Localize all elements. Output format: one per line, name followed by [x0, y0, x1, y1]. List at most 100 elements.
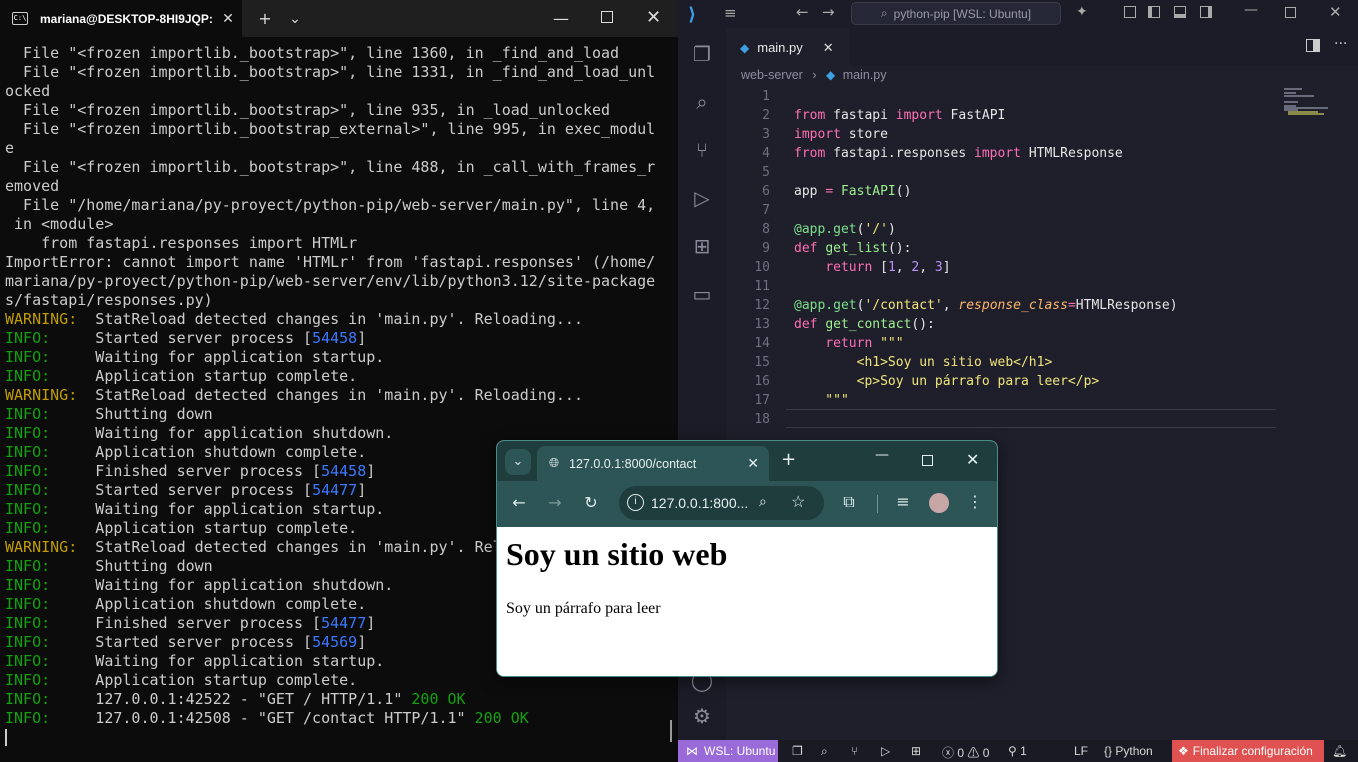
site-info-icon[interactable]: i	[627, 494, 644, 511]
process-id: 54458	[312, 329, 358, 347]
forward-arrow-icon[interactable]: →	[822, 3, 835, 21]
zoom-icon[interactable]: ⌕	[759, 493, 767, 510]
terminal-scrollbar[interactable]	[670, 720, 672, 742]
browser-tab-strip: ⌄ 🌐︎ 127.0.0.1:8000/contact ✕ + — ✕	[497, 441, 997, 481]
maximize-icon[interactable]	[601, 11, 613, 23]
finalizar-configuracion-button[interactable]: ❖ Finalizar configuración	[1172, 740, 1324, 762]
close-tab-icon[interactable]: ✕	[747, 455, 759, 472]
log-level: INFO:	[5, 557, 51, 575]
search-icon[interactable]: ⌕	[690, 90, 714, 114]
line-number: 5	[762, 165, 770, 180]
maximize-icon[interactable]	[922, 455, 933, 466]
notifications-bell-icon[interactable]: 🔔︎	[1332, 744, 1347, 758]
toggle-sidebar-icon[interactable]	[1148, 6, 1160, 18]
code-token: =	[825, 184, 834, 199]
extensions-puzzle-icon[interactable]: ⧉	[837, 492, 861, 512]
minimap[interactable]	[1284, 88, 1334, 118]
code-editor[interactable]: from fastapi import FastAPI import store f…	[794, 87, 1178, 429]
minimize-icon[interactable]: —	[875, 447, 889, 463]
new-tab-button[interactable]: +	[242, 9, 288, 28]
maximize-icon[interactable]	[1285, 7, 1296, 18]
new-tab-button[interactable]: +	[781, 449, 796, 470]
code-token: ,	[895, 260, 912, 275]
remote-explorer-icon[interactable]: ▭	[690, 282, 714, 306]
log-level: INFO:	[5, 500, 51, 518]
tab-dropdown-button[interactable]: ⌄	[288, 11, 302, 27]
minimize-icon[interactable]: —	[553, 9, 569, 28]
more-actions-icon[interactable]: ···	[1334, 36, 1347, 52]
extensions-icon[interactable]: ⊞	[690, 234, 714, 258]
log-text: ]	[357, 329, 367, 347]
line-number: 12	[754, 298, 770, 313]
log-text: File "<frozen importlib._bootstrap>", li…	[5, 63, 656, 81]
breadcrumb-file[interactable]: main.py	[843, 68, 887, 82]
breadcrumb-folder[interactable]: web-server	[741, 68, 803, 82]
toggle-secondary-sidebar-icon[interactable]	[1200, 6, 1212, 18]
code-token: """	[794, 393, 849, 408]
code-token: '/contact'	[864, 298, 943, 313]
address-bar[interactable]: i 127.0.0.1:800... ⌕ ☆	[619, 486, 824, 520]
command-center-label: python-pip [WSL: Ubuntu]	[893, 6, 1032, 21]
code-token: response_class	[958, 298, 1068, 313]
explorer-icon[interactable]: ❐	[690, 42, 714, 66]
code-token: return	[825, 260, 873, 275]
close-window-icon[interactable]: ✕	[1329, 3, 1342, 21]
code-token: HTMLResponse	[1021, 146, 1123, 161]
line-number: 1	[762, 89, 770, 104]
back-arrow-icon[interactable]: ←	[796, 3, 809, 21]
reload-icon[interactable]: ↻	[579, 493, 603, 512]
media-controls-icon[interactable]: ≡	[891, 492, 915, 511]
menu-icon[interactable]: ≡	[724, 4, 737, 22]
forward-arrow-icon[interactable]: →	[543, 493, 567, 512]
debug-icon[interactable]: ▷	[881, 744, 890, 758]
command-center-search[interactable]: ⌕ python-pip [WSL: Ubuntu]	[851, 2, 1061, 25]
close-tab-icon[interactable]: ✕	[214, 10, 242, 27]
line-number: 7	[762, 203, 770, 218]
gear-icon[interactable]: ⚙	[690, 704, 714, 728]
log-text: Waiting for application startup.	[50, 500, 385, 518]
layout-icon[interactable]	[1124, 6, 1136, 18]
line-number: 14	[754, 336, 770, 351]
copy-icon[interactable]: ❐	[792, 744, 803, 758]
avatar[interactable]	[929, 493, 949, 513]
search-icon[interactable]: ⌕	[821, 744, 828, 759]
menu-kebab-icon[interactable]: ⋮	[963, 492, 987, 511]
bookmark-star-icon[interactable]: ☆	[791, 492, 805, 512]
source-control-icon[interactable]: ⑂	[690, 138, 714, 162]
language-indicator[interactable]: {} Python	[1104, 744, 1153, 758]
tab-search-icon[interactable]: ⌄	[505, 449, 531, 475]
process-id: 54458	[321, 462, 367, 480]
terminal-line: ocked	[5, 82, 665, 101]
terminal-tab[interactable]: C:\ mariana@DESKTOP-8HI9JQP: ✕	[0, 0, 242, 37]
ports-indicator[interactable]: ⚲ 1	[1008, 744, 1027, 758]
problems-indicator[interactable]: ⓧ 0 ⚠ 0	[942, 744, 989, 761]
close-window-icon[interactable]: ✕	[966, 450, 979, 469]
split-editor-icon[interactable]	[1306, 39, 1320, 52]
terminal-line: INFO: 127.0.0.1:42522 - "GET / HTTP/1.1"…	[5, 690, 665, 709]
tab-main-py[interactable]: ◆ main.py ✕	[726, 28, 850, 66]
run-debug-icon[interactable]: ▷	[690, 186, 714, 210]
extensions-icon[interactable]: ⊞	[911, 744, 921, 758]
code-token: HTMLResponse)	[1075, 298, 1178, 313]
back-arrow-icon[interactable]: ←	[507, 493, 531, 512]
minimize-icon[interactable]: —	[1244, 2, 1258, 18]
browser-tab[interactable]: 🌐︎ 127.0.0.1:8000/contact ✕	[537, 446, 769, 481]
eol-indicator[interactable]: LF	[1074, 744, 1088, 758]
terminal-line: WARNING: StatReload detected changes in …	[5, 386, 665, 405]
log-text: ocked	[5, 82, 51, 100]
copilot-icon[interactable]: ✦	[1076, 4, 1088, 20]
process-id: 54477	[321, 614, 367, 632]
close-tab-icon[interactable]: ✕	[823, 40, 834, 56]
source-control-icon[interactable]: ⑂	[851, 744, 858, 758]
remote-indicator[interactable]: ⋈ WSL: Ubuntu	[678, 740, 778, 762]
toggle-panel-icon[interactable]	[1174, 6, 1186, 18]
log-level: INFO:	[5, 405, 51, 423]
browser-window: ⌄ 🌐︎ 127.0.0.1:8000/contact ✕ + — ✕ ← → …	[496, 440, 998, 677]
terminal-line: INFO: 127.0.0.1:42508 - "GET /contact HT…	[5, 709, 665, 728]
terminal-line: File "<frozen importlib._bootstrap>", li…	[5, 44, 665, 63]
code-token: '/'	[864, 222, 888, 237]
log-text: Finished server process [	[50, 462, 322, 480]
close-window-icon[interactable]: ✕	[646, 7, 661, 28]
